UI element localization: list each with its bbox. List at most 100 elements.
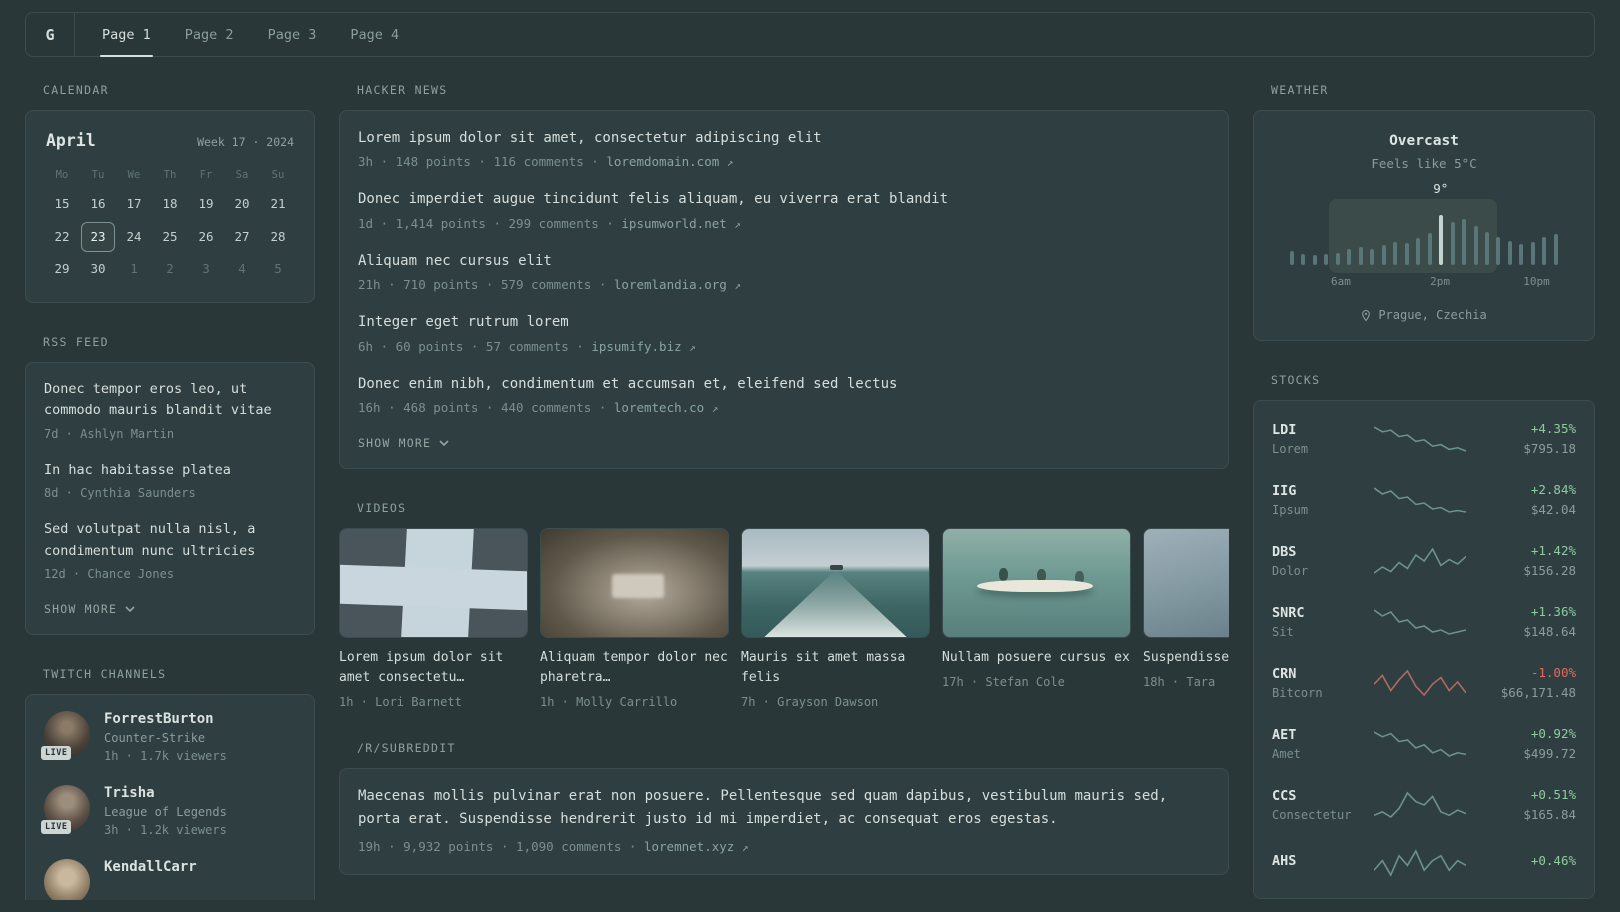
reddit-domain-link[interactable]: loremnet.xyz ↗ (644, 839, 748, 854)
channel-name[interactable]: KendallCarr (104, 859, 197, 875)
reddit-post-title[interactable]: Maecenas mollis pulvinar erat non posuer… (358, 785, 1210, 831)
weather-bar (1358, 247, 1363, 265)
video-card[interactable]: Suspendisse diam 18h · Tara (1143, 527, 1229, 709)
stock-symbol: IIG (1272, 482, 1297, 499)
hn-item-title[interactable]: Aliquam nec cursus elit (358, 250, 1210, 272)
weather-bar (1312, 254, 1317, 265)
stock-name: Dolor (1272, 563, 1309, 578)
hn-item-title[interactable]: Donec enim nibh, condimentum et accumsan… (358, 373, 1210, 395)
stock-row[interactable]: IIG Ipsum +2.84% $42.04 (1272, 469, 1576, 530)
video-card[interactable]: Mauris sit amet massa felis 7h · Grayson… (741, 527, 930, 709)
weather-feels-like: Feels like 5°C (1371, 156, 1477, 171)
stock-price: $156.28 (1523, 563, 1576, 578)
stock-change: +0.46% (1530, 853, 1576, 868)
calendar-day: 3 (202, 261, 210, 276)
tab-page-1[interactable]: Page 1 (85, 13, 168, 57)
weather-daylight-band (1329, 199, 1497, 273)
stock-symbol: LDI (1272, 421, 1297, 438)
stock-row[interactable]: CRN Bitcorn -1.00% $66,171.48 (1272, 652, 1576, 713)
external-link-icon: ↗ (734, 279, 741, 293)
subreddit-card: Maecenas mollis pulvinar erat non posuer… (339, 768, 1229, 876)
rss-item: In hac habitasse platea 8d · Cynthia Sau… (44, 460, 296, 501)
channel-name[interactable]: Trisha (104, 785, 227, 801)
stock-sparkline (1374, 608, 1466, 635)
rss-item-title[interactable]: Donec tempor eros leo, ut commodo mauris… (44, 379, 296, 422)
stock-sparkline (1374, 849, 1466, 877)
stock-price: $499.72 (1523, 746, 1576, 761)
video-card[interactable]: Aliquam tempor dolor nec pharetra… 1h · … (540, 527, 729, 710)
hn-item-meta: 3h · 148 points · 116 comments · loremdo… (358, 154, 1210, 169)
stock-change: -1.00% (1530, 665, 1576, 680)
tab-page-3[interactable]: Page 3 (251, 13, 334, 56)
stock-change: +1.36% (1530, 604, 1576, 619)
calendar-day: 28 (270, 228, 286, 244)
chevron-down-icon (125, 606, 135, 613)
hn-item-title[interactable]: Integer eget rutrum lorem (358, 311, 1210, 333)
weather-time-label: 6am (1330, 275, 1351, 288)
twitch-channel[interactable]: LIVE ForrestBurton Counter-Strike 1h · 1… (41, 711, 296, 763)
stock-symbol: CRN (1272, 665, 1297, 682)
video-title[interactable]: Suspendisse diam (1143, 648, 1229, 668)
hn-item-title[interactable]: Donec imperdiet augue tincidunt felis al… (358, 188, 1210, 210)
hn-item: Integer eget rutrum lorem 6h · 60 points… (358, 311, 1210, 353)
stock-row[interactable]: AHS +0.46% (1272, 835, 1576, 891)
hn-domain-link[interactable]: ipsumworld.net ↗ (621, 216, 741, 231)
weather-bar (1301, 253, 1306, 265)
hn-domain-link[interactable]: ipsumify.biz ↗ (591, 339, 695, 354)
hn-item-title[interactable]: Lorem ipsum dolor sit amet, consectetur … (358, 127, 1210, 149)
stock-symbol: SNRC (1272, 604, 1305, 621)
weather-bar (1496, 236, 1501, 265)
stock-row[interactable]: CCS Consectetur +0.51% $165.84 (1272, 774, 1576, 835)
stock-sparkline (1374, 425, 1466, 452)
calendar-day: 20 (234, 196, 250, 211)
weather-bar (1370, 249, 1375, 265)
video-thumbnail (540, 527, 729, 638)
stock-row[interactable]: AET Amet +0.92% $499.72 (1272, 713, 1576, 774)
stock-row[interactable]: LDI Lorem +4.35% $795.18 (1272, 408, 1576, 469)
calendar-month: April (46, 131, 96, 150)
tab-page-4[interactable]: Page 4 (333, 13, 416, 56)
video-title[interactable]: Lorem ipsum dolor sit amet consectetu… (339, 648, 528, 688)
external-link-icon: ↗ (689, 340, 696, 354)
weather-bar (1553, 234, 1558, 265)
weather-bar (1290, 250, 1294, 265)
external-link-icon: ↗ (711, 401, 719, 415)
rss-item-title[interactable]: In hac habitasse platea (44, 460, 296, 482)
videos-row: Lorem ipsum dolor sit amet consectetu… 1… (339, 527, 1229, 710)
video-title[interactable]: Nullam posuere cursus ex (942, 648, 1131, 668)
calendar-day: 27 (234, 228, 250, 244)
stock-change: +0.51% (1530, 787, 1576, 802)
calendar-day: 16 (90, 196, 106, 211)
stock-name: Consectetur (1272, 807, 1352, 822)
weather-bar (1416, 238, 1421, 265)
stock-row[interactable]: SNRC Sit +1.36% $148.64 (1272, 591, 1576, 652)
calendar-day: 17 (126, 196, 142, 211)
stock-name: Bitcorn (1272, 685, 1323, 700)
hn-domain-link[interactable]: loremdomain.com ↗ (606, 154, 733, 169)
stock-sparkline (1374, 546, 1466, 574)
tab-page-2[interactable]: Page 2 (168, 13, 251, 56)
stock-row[interactable]: DBS Dolor +1.42% $156.28 (1272, 530, 1576, 591)
calendar-weekday: Tu (91, 169, 105, 181)
hn-domain-link[interactable]: loremtech.co ↗ (614, 400, 718, 415)
rss-item-title[interactable]: Sed volutpat nulla nisl, a condimentum n… (44, 519, 296, 562)
top-nav: G Page 1 Page 2 Page 3 Page 4 (25, 12, 1595, 57)
channel-name[interactable]: ForrestBurton (104, 711, 227, 727)
rss-show-more-button[interactable]: SHOW MORE (44, 600, 135, 618)
calendar-weekday: Sa (235, 169, 249, 181)
twitch-channel[interactable]: LIVE Trisha League of Legends 3h · 1.2k … (41, 785, 296, 837)
app-logo[interactable]: G (26, 13, 75, 56)
chevron-down-icon (439, 440, 449, 446)
weather-hourly-chart: 9° (1290, 181, 1558, 273)
video-title[interactable]: Mauris sit amet massa felis (741, 648, 930, 688)
hn-show-more-button[interactable]: SHOW MORE (358, 434, 449, 452)
video-meta: 1h · Molly Carrillo (540, 695, 678, 710)
video-card[interactable]: Lorem ipsum dolor sit amet consectetu… 1… (339, 527, 528, 709)
video-thumbnail (1143, 527, 1229, 638)
video-title[interactable]: Aliquam tempor dolor nec pharetra… (540, 648, 729, 688)
hn-domain-link[interactable]: loremlandia.org ↗ (614, 277, 741, 292)
video-card[interactable]: Nullam posuere cursus ex 17h · Stefan Co… (942, 527, 1131, 709)
calendar-day: 22 (54, 228, 70, 244)
twitch-channel[interactable]: KendallCarr (44, 859, 296, 900)
calendar-day: 29 (54, 261, 70, 276)
